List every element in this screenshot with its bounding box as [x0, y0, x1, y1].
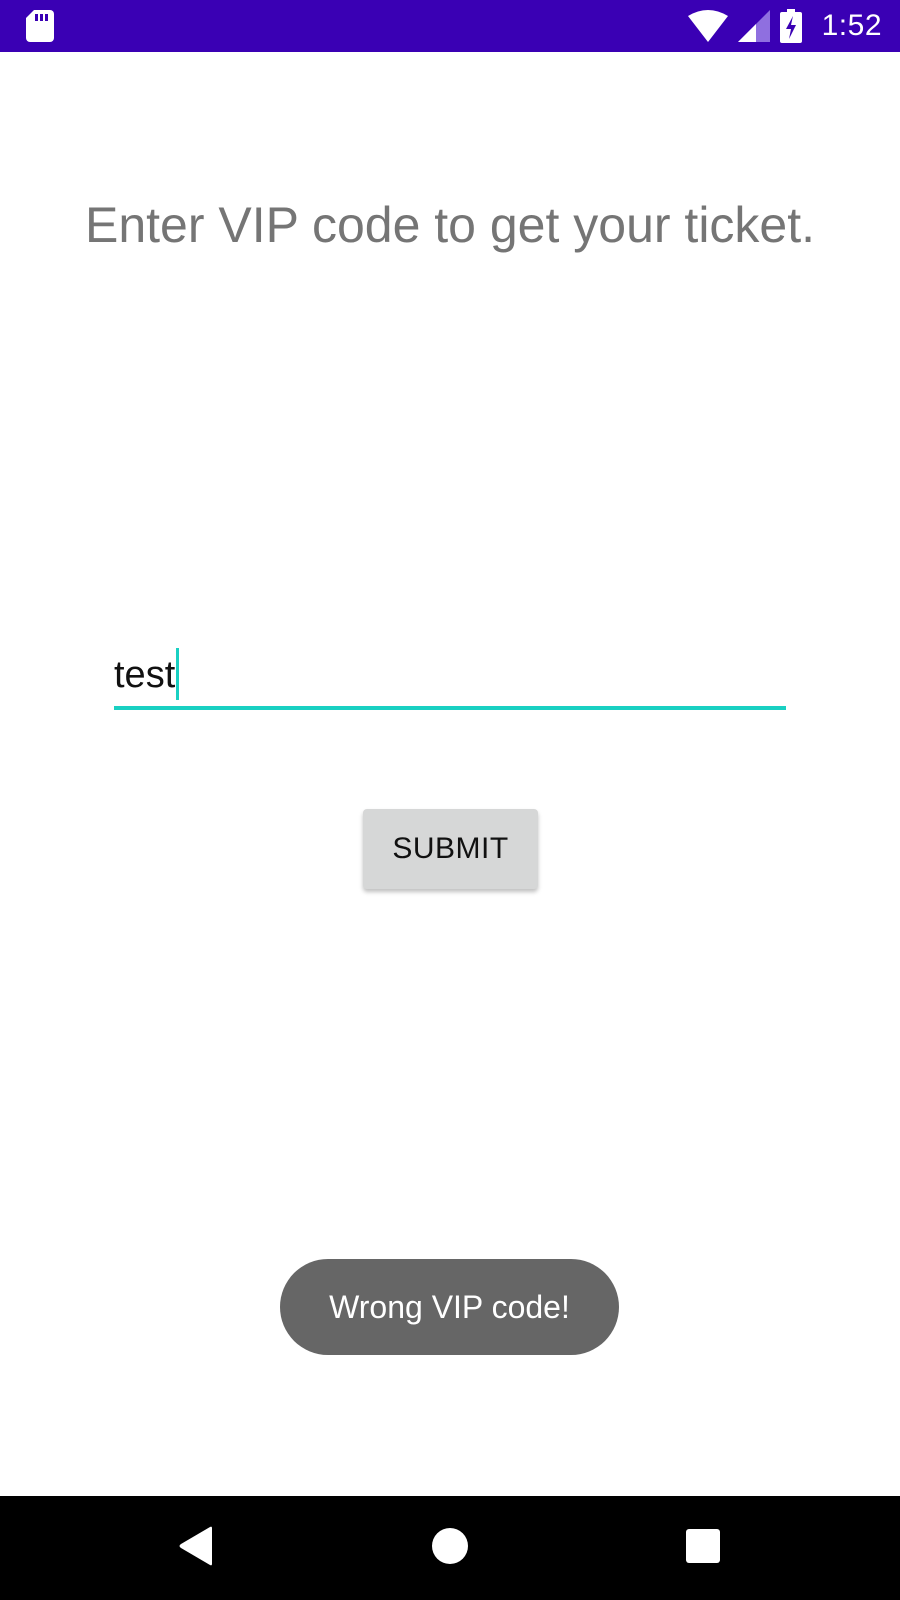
wifi-icon [687, 10, 728, 42]
cell-signal-icon [737, 10, 770, 42]
status-bar: 1:52 [0, 0, 900, 52]
status-icons: 1:52 [687, 0, 882, 52]
toast-text: Wrong VIP code! [329, 1288, 570, 1325]
vip-code-field[interactable]: test [114, 640, 786, 712]
sd-card-icon [26, 10, 54, 42]
screen: 1:52 Enter VIP code to get your ticket. … [0, 0, 900, 1600]
battery-charging-icon [779, 9, 802, 43]
submit-button[interactable]: SUBMIT [363, 809, 538, 889]
status-clock: 1:52 [821, 9, 882, 42]
back-icon[interactable] [178, 1526, 214, 1566]
vip-code-value: test [114, 654, 176, 696]
toast-message: Wrong VIP code! [280, 1259, 619, 1355]
text-cursor [176, 647, 180, 700]
vip-code-prompt: Enter VIP code to get your ticket. [84, 197, 816, 253]
home-icon[interactable] [432, 1528, 468, 1564]
recents-icon[interactable] [686, 1529, 720, 1563]
vip-code-input[interactable]: test [114, 640, 786, 710]
navigation-bar [0, 1496, 900, 1600]
input-underline [114, 706, 786, 710]
